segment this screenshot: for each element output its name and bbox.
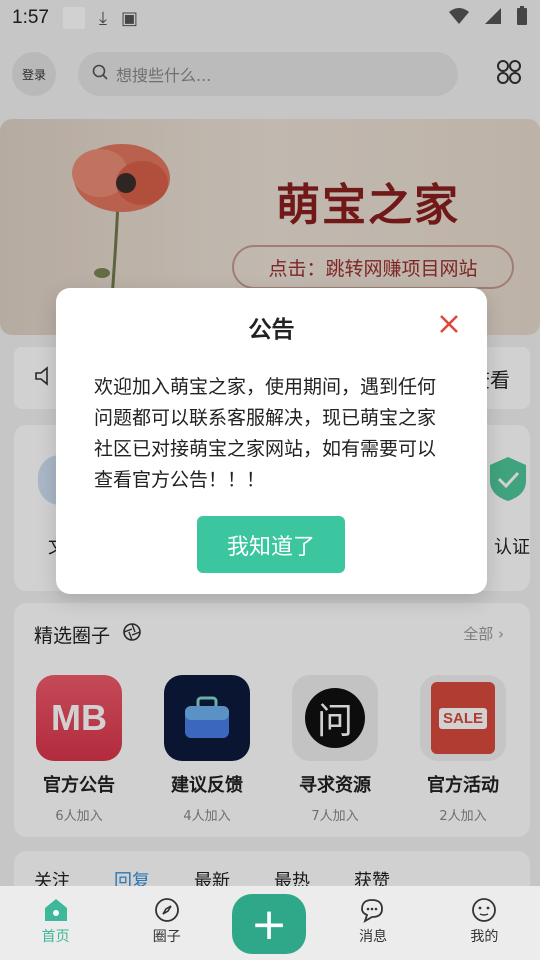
nav-messages[interactable]: 消息: [328, 894, 418, 946]
nav-profile-label: 我的: [470, 929, 499, 945]
close-icon[interactable]: [437, 312, 461, 336]
nav-profile[interactable]: 我的: [439, 894, 529, 946]
plus-icon: +: [250, 898, 288, 950]
acknowledge-button[interactable]: 我知道了: [197, 516, 345, 573]
compass-icon: [122, 894, 212, 926]
dialog-body: 欢迎加入萌宝之家，使用期间，遇到任何问题都可以联系客服解决，现已萌宝之家社区已对…: [94, 376, 437, 491]
announcement-dialog: 公告 欢迎加入萌宝之家，使用期间，遇到任何问题都可以联系客服解决，现已萌宝之家社…: [56, 288, 487, 594]
nav-home-label: 首页: [41, 929, 70, 945]
nav-circles[interactable]: 圈子: [122, 894, 212, 946]
face-icon: [439, 894, 529, 926]
create-post-button[interactable]: +: [232, 894, 306, 954]
dialog-title: 公告: [248, 317, 295, 343]
nav-circles-label: 圈子: [152, 929, 181, 945]
home-icon: [11, 894, 101, 926]
nav-home[interactable]: 首页: [11, 894, 101, 946]
nav-messages-label: 消息: [359, 929, 388, 945]
chat-bubble-icon: [328, 894, 418, 926]
